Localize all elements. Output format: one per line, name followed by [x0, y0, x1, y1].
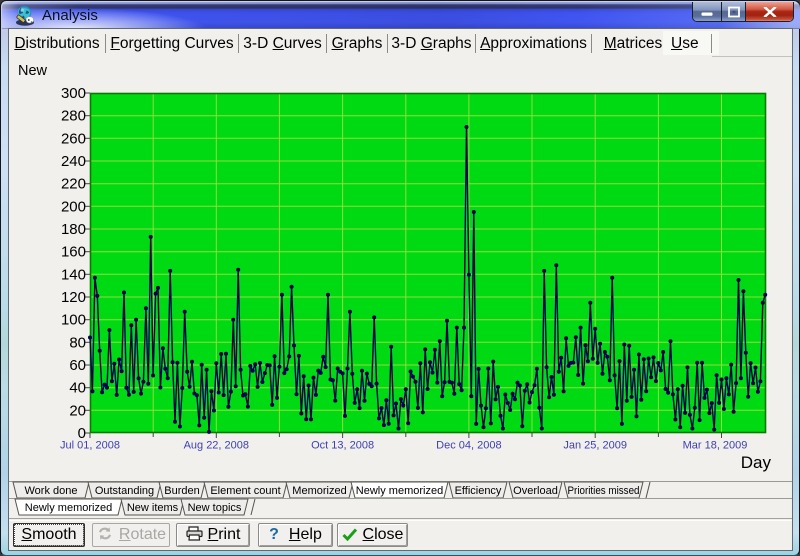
svg-text:40: 40 — [69, 380, 86, 397]
svg-text:Jan 25, 2009: Jan 25, 2009 — [563, 440, 627, 452]
svg-text:Memorized: Memorized — [292, 485, 346, 497]
svg-text:Mar 18, 2009: Mar 18, 2009 — [683, 440, 748, 452]
svg-text:Jul 01, 2008: Jul 01, 2008 — [60, 440, 120, 452]
svg-text:100: 100 — [61, 312, 86, 329]
svg-text:Outstanding: Outstanding — [95, 485, 154, 497]
svg-text:Dec 04, 2008: Dec 04, 2008 — [436, 440, 501, 452]
svg-text:200: 200 — [61, 198, 86, 215]
svg-text:260: 260 — [61, 130, 86, 147]
svg-text:Newly memorized: Newly memorized — [25, 502, 112, 514]
svg-text:Overload: Overload — [513, 485, 558, 497]
svg-text:160: 160 — [61, 244, 86, 261]
svg-text:Element count: Element count — [210, 485, 280, 497]
svg-text:180: 180 — [61, 221, 86, 238]
svg-text:Efficiency: Efficiency — [455, 485, 502, 497]
svg-text:Day: Day — [741, 453, 772, 472]
svg-text:20: 20 — [69, 402, 86, 419]
svg-text:220: 220 — [61, 176, 86, 193]
svg-text:Burden: Burden — [164, 485, 199, 497]
svg-text:60: 60 — [69, 357, 86, 374]
svg-text:140: 140 — [61, 266, 86, 283]
svg-text:280: 280 — [61, 108, 86, 125]
svg-text:300: 300 — [61, 85, 86, 102]
svg-text:New: New — [18, 63, 48, 79]
svg-text:Oct 13, 2008: Oct 13, 2008 — [311, 440, 374, 452]
svg-text:120: 120 — [61, 289, 86, 306]
svg-text:Priorities missed: Priorities missed — [568, 485, 640, 497]
svg-text:240: 240 — [61, 153, 86, 170]
svg-text:Aug 22, 2008: Aug 22, 2008 — [184, 440, 249, 452]
svg-text:Work done: Work done — [25, 485, 78, 497]
svg-text:80: 80 — [69, 334, 86, 351]
svg-text:New items: New items — [127, 502, 179, 514]
svg-text:Newly memorized: Newly memorized — [356, 485, 443, 497]
svg-text:New topics: New topics — [188, 502, 242, 514]
